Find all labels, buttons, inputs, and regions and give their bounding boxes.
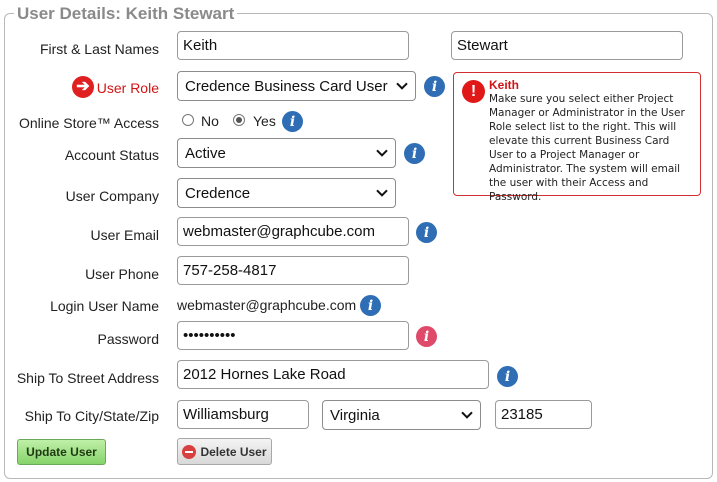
password-info-icon[interactable]: i — [416, 326, 437, 347]
store-no-radio[interactable] — [182, 114, 194, 126]
store-info-icon[interactable]: i — [282, 111, 303, 132]
chevron-down-icon — [376, 149, 388, 157]
role-info-icon[interactable]: i — [424, 76, 445, 97]
street-label: Ship To Street Address — [16, 370, 159, 386]
street-input[interactable] — [177, 360, 489, 389]
login-info-icon[interactable]: i — [360, 295, 381, 316]
phone-input[interactable] — [177, 256, 409, 285]
store-yes-radio[interactable] — [233, 114, 245, 126]
store-access-label: Online Store™ Access — [18, 115, 159, 131]
alert-name: Keith — [489, 78, 519, 92]
delete-user-label: Delete User — [200, 444, 267, 459]
alert-message: Make sure you select either Project Mana… — [489, 93, 685, 203]
state-select[interactable]: Virginia — [322, 400, 481, 430]
email-label: User Email — [90, 227, 159, 243]
company-label: User Company — [65, 188, 159, 204]
password-input[interactable] — [177, 321, 409, 350]
zip-input[interactable] — [495, 400, 592, 429]
company-select[interactable]: Credence — [177, 178, 396, 208]
last-name-input[interactable] — [451, 31, 683, 60]
email-info-icon[interactable]: i — [416, 222, 437, 243]
update-user-button[interactable]: Update User — [17, 439, 106, 465]
chevron-down-icon — [396, 82, 408, 90]
minus-circle-icon — [182, 444, 197, 459]
login-label: Login User Name — [50, 298, 159, 314]
status-select[interactable]: Active — [177, 138, 396, 168]
phone-label: User Phone — [85, 266, 159, 282]
fieldset-legend: User Details: Keith Stewart — [14, 4, 238, 24]
delete-user-button[interactable]: Delete User — [177, 438, 272, 465]
status-label: Account Status — [64, 147, 159, 163]
role-warning-alert: ! Keith Make sure you select either Proj… — [453, 72, 701, 203]
company-select-value: Credence — [185, 184, 251, 202]
login-username-value: webmaster@graphcube.com — [177, 297, 357, 313]
exclamation-icon: ! — [462, 80, 485, 103]
store-yes-label: Yes — [253, 113, 276, 129]
role-label: User Role — [96, 80, 159, 96]
city-state-zip-label: Ship To City/State/Zip — [24, 408, 159, 424]
city-input[interactable] — [177, 400, 309, 429]
street-info-icon[interactable]: i — [497, 366, 518, 387]
arrow-right-icon: ➔ — [72, 76, 94, 98]
first-name-input[interactable] — [177, 31, 409, 60]
email-input[interactable] — [177, 217, 409, 246]
role-select-value: Credence Business Card User — [185, 77, 388, 95]
status-select-value: Active — [185, 144, 226, 162]
role-select[interactable]: Credence Business Card User — [177, 71, 416, 101]
chevron-down-icon — [461, 411, 473, 419]
state-select-value: Virginia — [330, 406, 380, 424]
names-label: First & Last Names — [39, 41, 159, 57]
chevron-down-icon — [376, 189, 388, 197]
store-no-label: No — [201, 113, 219, 129]
password-label: Password — [97, 331, 159, 347]
status-info-icon[interactable]: i — [404, 143, 425, 164]
